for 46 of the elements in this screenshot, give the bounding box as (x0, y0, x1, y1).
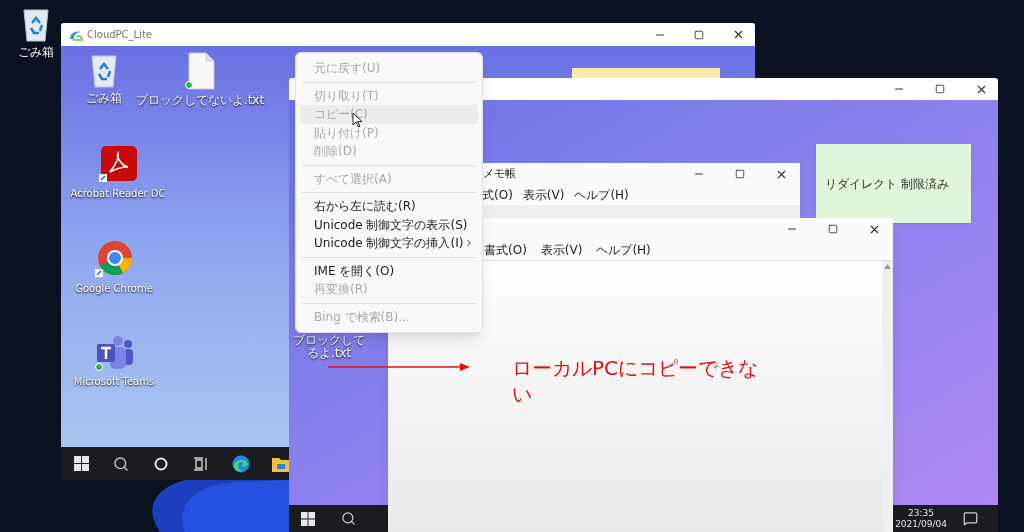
menu-item[interactable]: 書式(O) (484, 241, 527, 259)
menu-item[interactable]: ヘルプ(H) (574, 186, 629, 204)
note-text: リダイレクト 制限済み (825, 175, 949, 193)
circle-icon[interactable] (154, 456, 168, 471)
clock-date: 2021/09/04 (895, 518, 947, 530)
app-logo-icon (69, 28, 83, 41)
menu-item[interactable]: 式(O) (482, 186, 513, 204)
maximize-icon[interactable] (935, 84, 945, 94)
maximize-icon[interactable] (828, 224, 838, 234)
close-icon[interactable] (732, 28, 745, 41)
recycle-bin-icon (89, 52, 119, 88)
menu-item[interactable]: Unicode 制御文字の挿入(I) (300, 234, 478, 253)
menu-item[interactable]: IME を開く(O) (300, 261, 478, 280)
search-icon[interactable] (113, 455, 129, 472)
window-title: メモ帳 (483, 165, 516, 182)
windows-logo-icon[interactable] (301, 511, 315, 526)
pdf-icon (99, 145, 137, 183)
text-file-icon (184, 52, 216, 90)
menu-item[interactable]: 表示(V) (522, 186, 565, 204)
menu-item[interactable]: Unicode 制御文字の表示(S) (300, 215, 478, 234)
icon-label[interactable]: ブロックしてるよ.txt (289, 334, 369, 360)
maximize-icon[interactable] (735, 169, 745, 179)
windows-logo-icon[interactable] (73, 456, 89, 471)
menu-item[interactable]: 右から左に読む(R) (300, 197, 478, 216)
icon-label[interactable]: Acrobat Reader DC (70, 187, 166, 200)
icon-label[interactable]: ブロックしてないよ.txt (135, 94, 265, 107)
menu-item[interactable]: ヘルプ(H) (596, 241, 651, 259)
task-view-icon[interactable] (193, 456, 209, 471)
maximize-icon[interactable] (694, 29, 704, 40)
icon-label[interactable]: Microsoft Teams (73, 375, 155, 388)
scrollbar[interactable] (882, 261, 893, 532)
icon-label[interactable]: ごみ箱 (18, 46, 54, 59)
annotation-text: ローカルPCにコピーできない (512, 355, 760, 407)
browser-wave-icon[interactable] (232, 454, 250, 473)
letter-t-app-icon (94, 335, 134, 371)
menu-item[interactable]: 表示(V) (540, 241, 583, 259)
icon-label[interactable]: ごみ箱 (86, 92, 122, 105)
folder-icon[interactable] (272, 455, 290, 472)
search-icon[interactable] (341, 511, 356, 526)
clock[interactable]: 23:35 2021/09/04 (895, 507, 947, 530)
clock-time: 23:35 (908, 507, 935, 519)
notification-icon[interactable] (963, 511, 978, 526)
recycle-bin-icon (21, 6, 51, 42)
browser-icon (95, 240, 133, 278)
window-title: CloudPC_Lite (87, 28, 152, 42)
icon-label[interactable]: Google Chrome (75, 282, 153, 295)
